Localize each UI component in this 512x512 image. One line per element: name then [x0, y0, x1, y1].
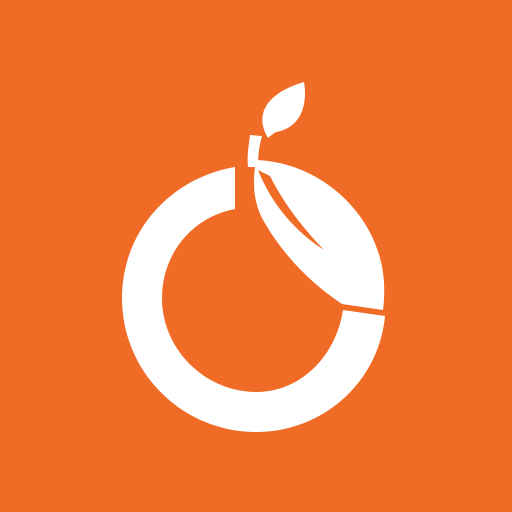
orange-fruit-logo-icon: [0, 0, 512, 512]
app-icon: [0, 0, 512, 512]
icon-background: [0, 0, 512, 512]
